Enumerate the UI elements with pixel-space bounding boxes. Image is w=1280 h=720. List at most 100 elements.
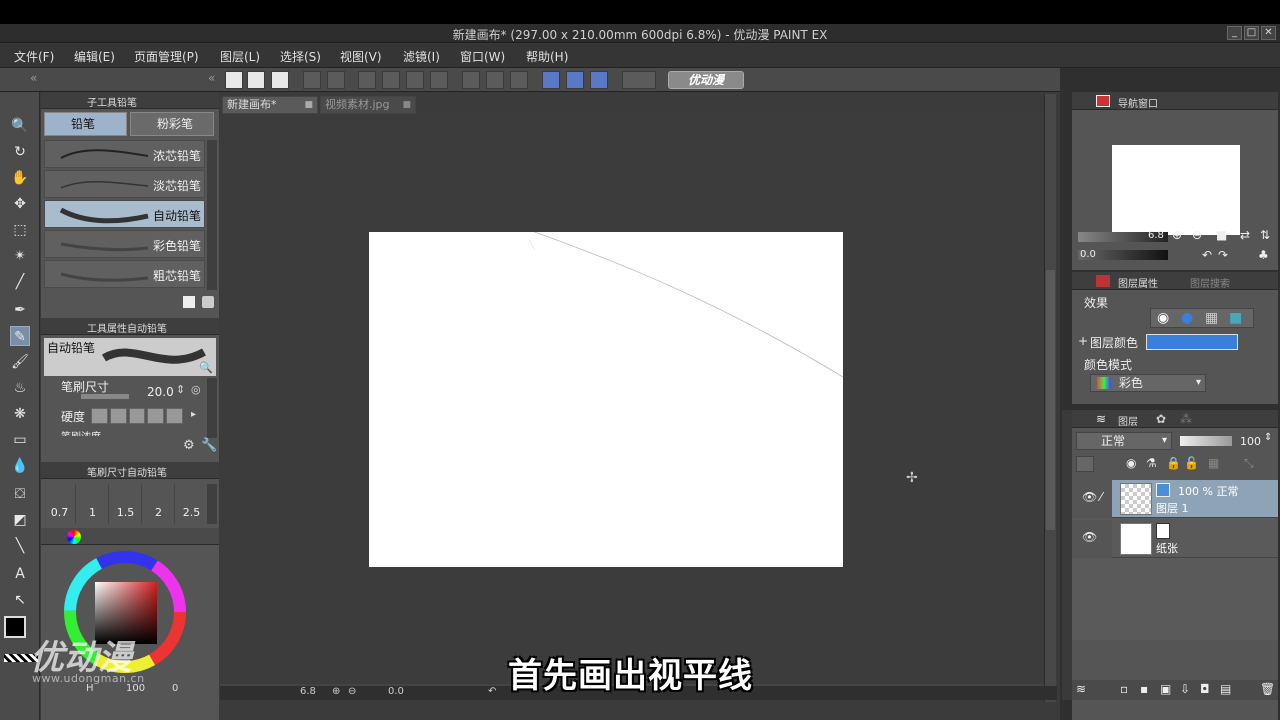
zoom-in-icon[interactable]: ⊕ [1172, 228, 1182, 242]
collapse-left-icon[interactable]: « [30, 71, 37, 85]
size-preset[interactable]: 0.7 [44, 484, 76, 524]
transform-icon[interactable] [358, 71, 376, 89]
opacity-slider[interactable] [1180, 436, 1232, 446]
pen-mode-icon[interactable]: ⁄ [1100, 490, 1102, 504]
lock-transparency-icon[interactable]: 🔓 [1184, 456, 1199, 470]
select-all-icon[interactable] [462, 71, 480, 89]
brush-item-dark-pencil[interactable]: 浓芯铅笔 [44, 140, 205, 168]
blend-mode-select[interactable]: 正常 ▾ [1076, 432, 1172, 450]
view-dropdown-icon[interactable] [622, 71, 656, 89]
menu-select[interactable]: 选择(S) [280, 48, 321, 65]
brush-item-light-pencil[interactable]: 淡芯铅笔 [44, 170, 205, 198]
brush-size-slider[interactable] [81, 394, 129, 399]
invert-icon[interactable] [510, 71, 528, 89]
brush-size-scrollbar[interactable] [207, 484, 217, 524]
layers-tab-label[interactable]: 图层 [1118, 413, 1138, 428]
size-preset[interactable]: 2 [143, 484, 175, 524]
menu-help[interactable]: 帮助(H) [526, 48, 568, 65]
magnify-icon[interactable]: 🔍 [199, 361, 213, 374]
rotate-left-icon[interactable]: ↶ [1202, 248, 1212, 262]
fit-icon[interactable] [382, 71, 400, 89]
fill-icon[interactable] [406, 71, 424, 89]
airbrush-tool-icon[interactable]: ♨ [10, 378, 30, 398]
hardness-arrow-icon[interactable]: ▸ [191, 409, 196, 420]
fill-tool-icon[interactable]: ⛋ [10, 484, 30, 504]
vertical-scroll-thumb[interactable] [1046, 270, 1055, 530]
drawing-canvas[interactable] [369, 232, 843, 567]
tab-video-material[interactable]: 视频素材.jpg ■ [320, 96, 416, 114]
border-effect-icon[interactable]: ◉ [1157, 310, 1169, 326]
undo-icon[interactable] [303, 71, 321, 89]
zoom-out-icon[interactable]: ⊖ [1192, 228, 1202, 242]
menu-file[interactable]: 文件(F) [14, 48, 54, 65]
zoom-tool-icon[interactable]: 🔍 [10, 116, 30, 136]
fit-window-icon[interactable]: ■ [1216, 228, 1227, 242]
brush-size-stepper-icon[interactable]: ⇕ [176, 383, 185, 396]
menu-filter[interactable]: 滤镜(I) [403, 48, 440, 65]
right-panel-scrollbar[interactable] [1062, 410, 1072, 700]
wrench-icon[interactable]: 🔧 [201, 438, 217, 453]
layer-row-paper[interactable]: 纸张 [1112, 520, 1278, 558]
angle-value[interactable]: 0.0 [388, 686, 404, 697]
ruler-icon[interactable] [542, 71, 560, 89]
eye-icon[interactable]: 👁 [1082, 530, 1097, 544]
clipping-icon[interactable]: ▦ [1208, 456, 1219, 470]
pressure-icon[interactable]: ◎ [191, 383, 201, 396]
hand-tool-icon[interactable]: ✋ [10, 168, 30, 188]
layer-search-tab[interactable]: 图层搜索 [1190, 275, 1230, 290]
navigator-preview[interactable] [1112, 145, 1240, 235]
minimize-button[interactable]: _ [1227, 26, 1242, 40]
brush-tool-icon[interactable]: 🖌 [10, 352, 30, 372]
flip-vertical-icon[interactable]: ⇅ [1260, 228, 1270, 242]
pin-icon[interactable]: ♣ [1258, 248, 1269, 262]
pencil-tool-icon[interactable]: ✎ [10, 326, 30, 346]
tab-new-canvas[interactable]: 新建画布* ■ [222, 96, 318, 114]
brush-item-auto-pencil[interactable]: 自动铅笔 [44, 200, 205, 228]
eyedropper-icon[interactable]: ╱ [10, 272, 30, 292]
size-preset[interactable]: 1.5 [110, 484, 142, 524]
close-button[interactable]: ✕ [1261, 26, 1276, 40]
decoration-tool-icon[interactable]: ❋ [10, 404, 30, 424]
open-file-icon[interactable] [247, 71, 265, 89]
new-raster-layer-icon[interactable]: ▫ [1120, 682, 1128, 696]
move-tool-icon[interactable]: ✥ [10, 194, 30, 214]
draft-layer-icon[interactable]: ⚗ [1146, 456, 1157, 470]
lock-icon[interactable]: 🔒 [1166, 456, 1181, 470]
tone-effect-icon[interactable]: ▦ [1205, 310, 1218, 326]
new-subtool-icon[interactable] [183, 296, 195, 308]
new-vector-layer-icon[interactable]: ▪ [1140, 682, 1148, 696]
left-angle-value[interactable]: 0 [172, 683, 178, 694]
navigator-angle-value[interactable]: 0.0 [1080, 249, 1096, 260]
gradient-tool-icon[interactable]: ◩ [10, 510, 30, 530]
layer-color-icon[interactable] [1076, 456, 1094, 472]
perspective-icon[interactable] [566, 71, 584, 89]
eye-icon[interactable]: 👁 [1082, 490, 1097, 504]
opacity-stepper-icon[interactable]: ⇕ [1264, 432, 1272, 443]
deselect-icon[interactable] [486, 71, 504, 89]
brush-item-color-pencil[interactable]: 彩色铅笔 [44, 230, 205, 258]
navigator-zoom-value[interactable]: 6.8 [1148, 230, 1164, 241]
flip-horizontal-icon[interactable]: ⇄ [1240, 228, 1250, 242]
clear-icon[interactable] [430, 71, 448, 89]
new-folder-icon[interactable]: ▣ [1160, 682, 1171, 696]
snap-icon[interactable] [590, 71, 608, 89]
magic-wand-icon[interactable]: ✴ [10, 246, 30, 266]
watercolor-effect-icon[interactable]: ● [1181, 310, 1193, 326]
subtool-scrollbar[interactable] [207, 140, 217, 290]
new-file-icon[interactable] [225, 71, 243, 89]
zoom-value[interactable]: 6.8 [300, 686, 316, 697]
rotate-left-icon[interactable]: ↶ [488, 686, 496, 697]
redo-icon[interactable] [327, 71, 345, 89]
layer-list[interactable]: 👁 ⁄ 100 % 正常 图层 1 👁 纸张 [1072, 480, 1278, 640]
layer-color-swatch[interactable] [1146, 334, 1238, 350]
delete-subtool-icon[interactable] [202, 296, 214, 308]
menu-layer[interactable]: 图层(L) [220, 48, 260, 65]
brush-size-value[interactable]: 20.0 [147, 385, 174, 399]
marquee-tool-icon[interactable]: ⬚ [10, 220, 30, 240]
save-icon[interactable] [271, 71, 289, 89]
menu-edit[interactable]: 编辑(E) [74, 48, 115, 65]
opacity-value[interactable]: 100 [1240, 435, 1261, 448]
line-tool-icon[interactable]: ╲ [10, 536, 30, 556]
settings-icon[interactable]: ⚙ [183, 438, 195, 453]
history-tab-icon[interactable]: ⁂ [1180, 412, 1192, 426]
